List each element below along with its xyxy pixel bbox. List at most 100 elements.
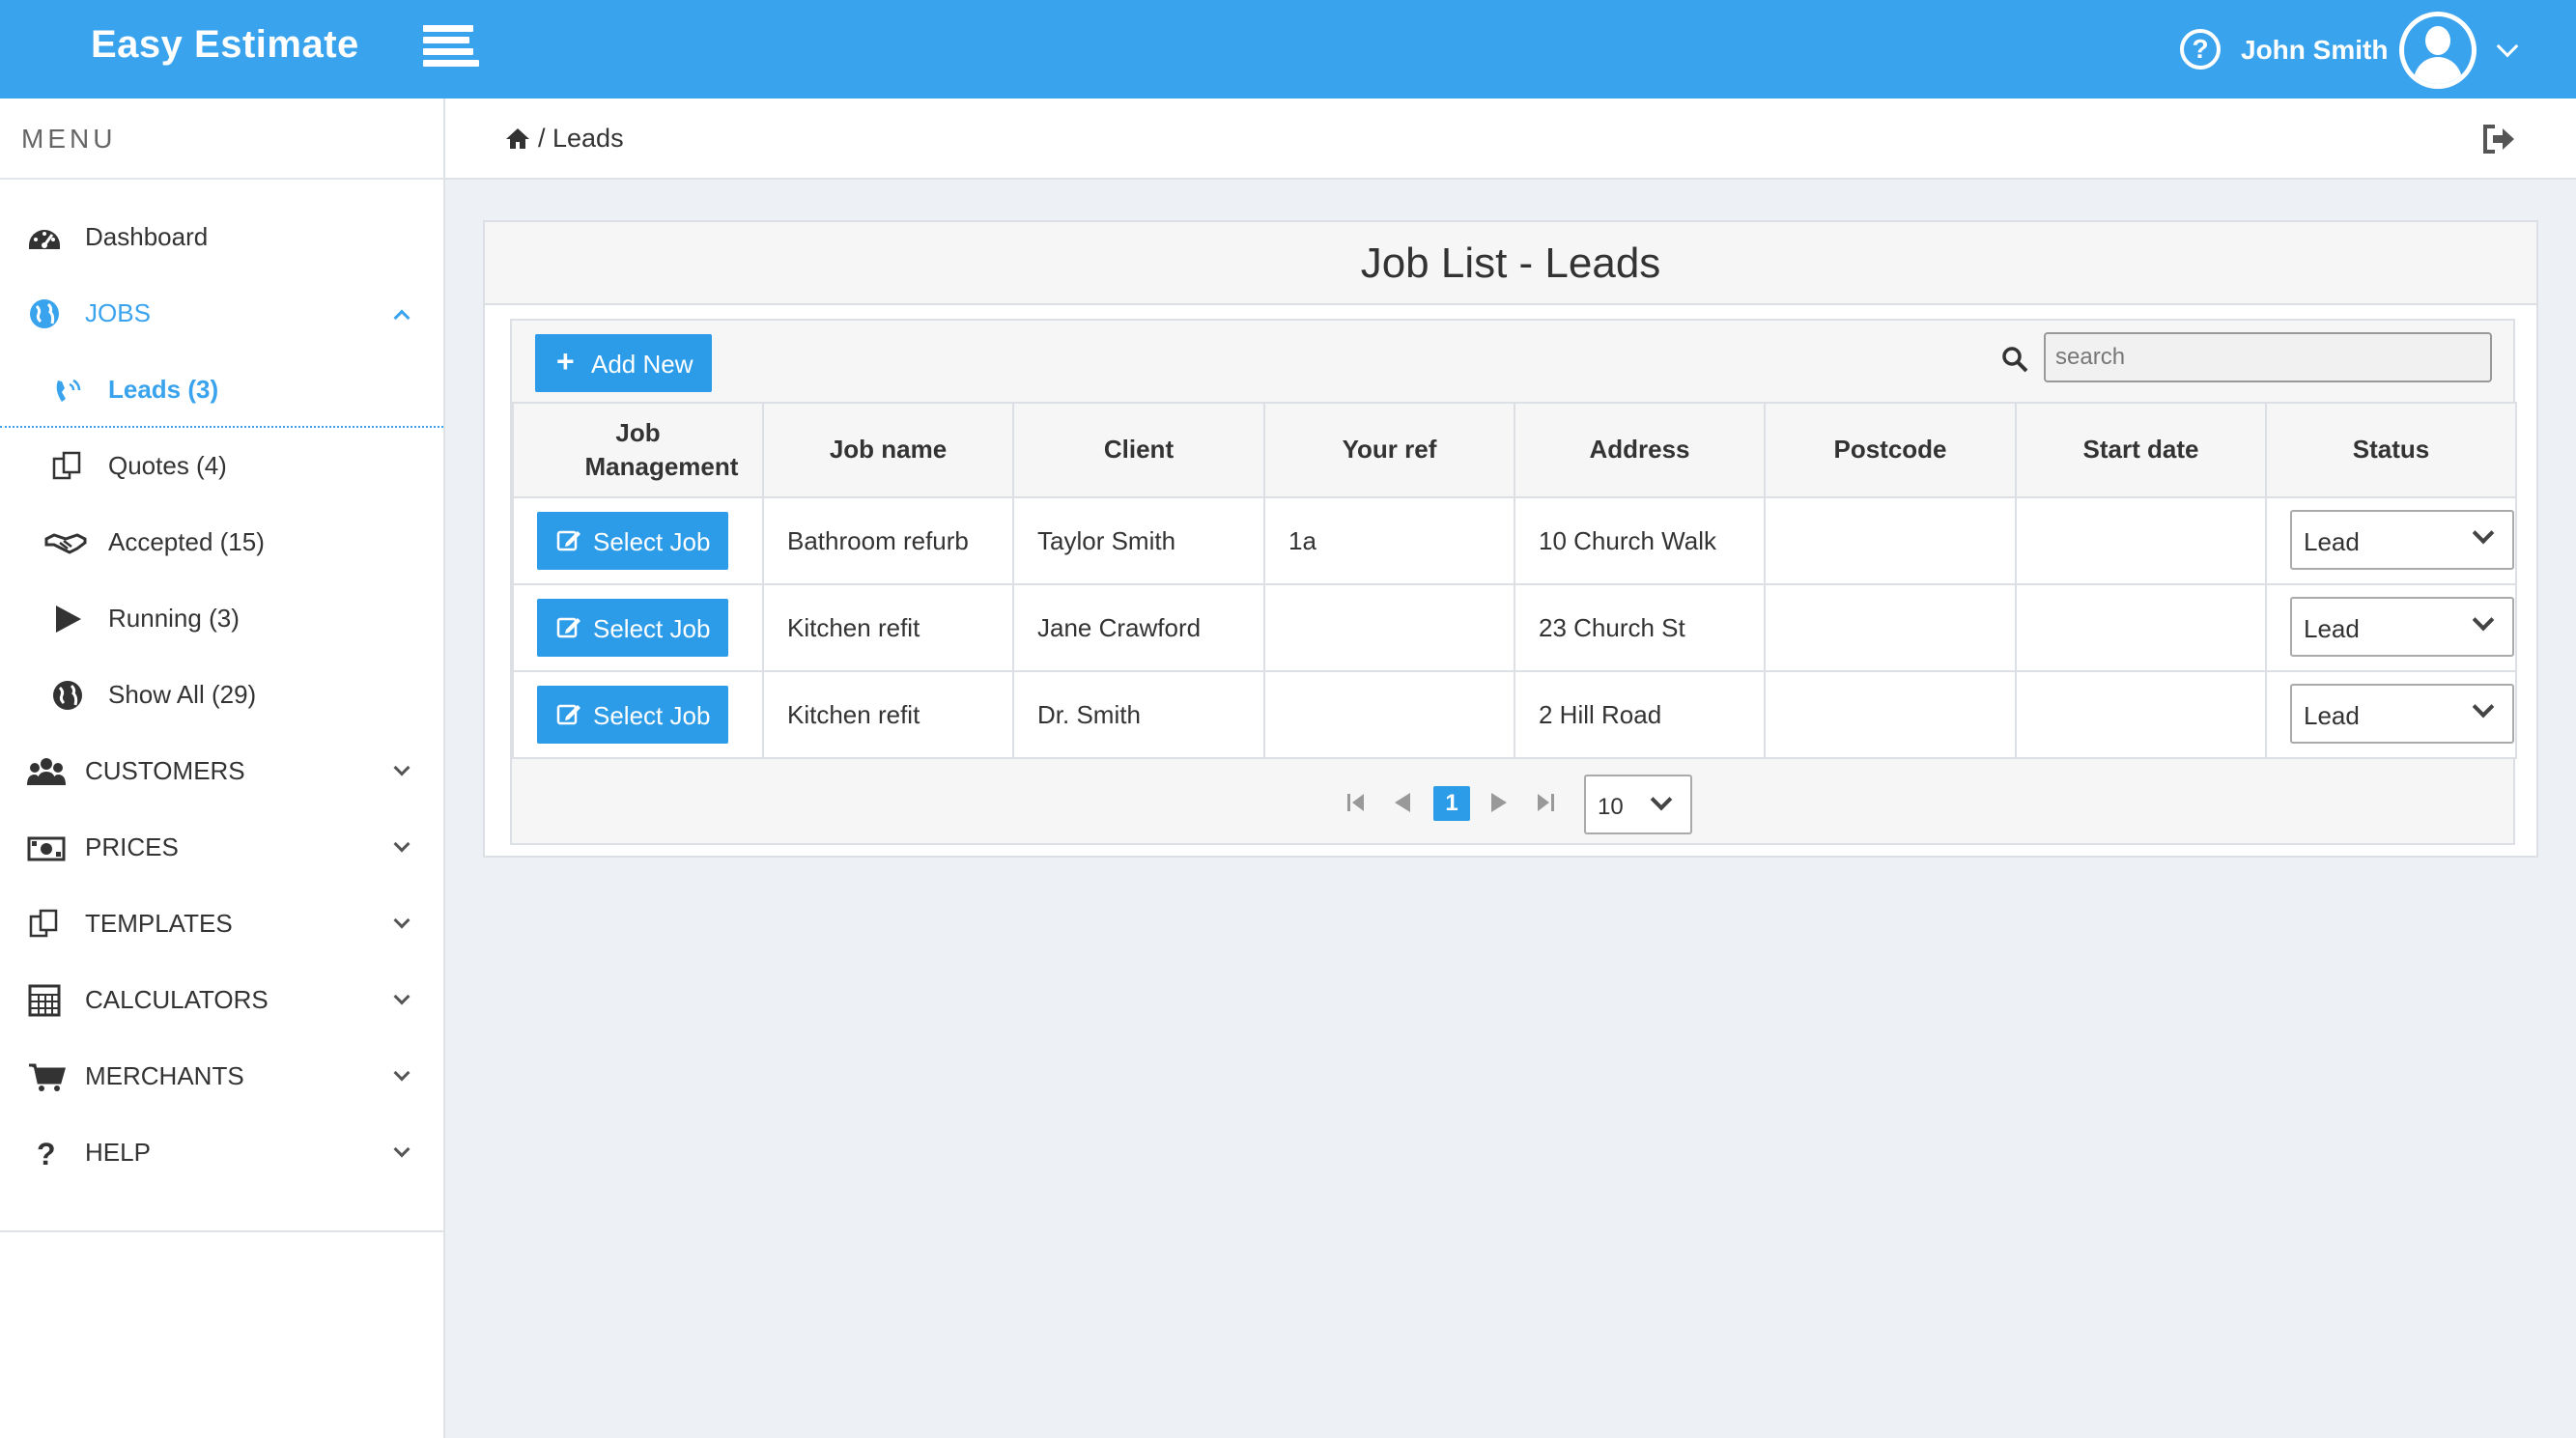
sidebar-item-prices[interactable]: PRICES <box>0 809 443 886</box>
edit-icon <box>556 530 580 551</box>
sidebar-item-running[interactable]: Running (3) <box>0 580 443 657</box>
question-icon: ? <box>37 1137 56 1170</box>
last-page-icon[interactable] <box>1534 790 1557 815</box>
previous-page-icon[interactable] <box>1391 790 1414 815</box>
start-date-cell <box>2015 496 2267 585</box>
select-job-button[interactable]: Select Job <box>537 686 728 744</box>
sidebar-item-label: JOBS <box>85 298 151 327</box>
sidebar-item-label: Leads (3) <box>108 375 219 404</box>
breadcrumb: / Leads <box>445 99 2576 180</box>
chevron-down-icon <box>2472 522 2495 545</box>
postcode-cell <box>1764 670 2017 759</box>
chevron-down-icon <box>1650 788 1673 811</box>
sidebar-item-label: HELP <box>85 1138 151 1167</box>
add-new-button[interactable]: + Add New <box>535 334 712 392</box>
client-cell: Jane Crawford <box>1012 583 1265 672</box>
chevron-up-icon <box>393 309 410 326</box>
sidebar-item-calculators[interactable]: CALCULATORS <box>0 962 443 1038</box>
chevron-down-icon <box>393 1141 410 1158</box>
table-row: Select Job Kitchen refit Jane Crawford 2… <box>512 583 2517 672</box>
client-cell: Taylor Smith <box>1012 496 1265 585</box>
column-header[interactable]: Postcode <box>1764 402 2017 498</box>
avatar[interactable] <box>2399 12 2477 89</box>
sidebar-item-leads[interactable]: Leads (3) <box>0 352 443 428</box>
client-cell: Dr. Smith <box>1012 670 1265 759</box>
play-icon <box>56 606 81 633</box>
table-row: Select Job Bathroom refurb Taylor Smith … <box>512 496 2517 585</box>
globe-icon <box>30 299 59 328</box>
column-header[interactable]: Client <box>1012 402 1265 498</box>
sidebar-item-show-all[interactable]: Show All (29) <box>0 657 443 733</box>
table-row: Select Job Kitchen refit Dr. Smith 2 Hil… <box>512 670 2517 759</box>
menu-toggle-icon[interactable] <box>423 25 479 71</box>
search-input[interactable] <box>2044 332 2492 382</box>
status-select[interactable]: Lead <box>2290 510 2514 570</box>
sidebar-item-accepted[interactable]: Accepted (15) <box>0 504 443 580</box>
your-ref-cell: 1a <box>1263 496 1515 585</box>
address-cell: 10 Church Walk <box>1514 496 1766 585</box>
your-ref-cell <box>1263 670 1515 759</box>
plus-icon: + <box>556 344 575 379</box>
select-job-button[interactable]: Select Job <box>537 599 728 657</box>
current-page-button[interactable]: 1 <box>1433 786 1470 821</box>
sidebar-item-quotes[interactable]: Quotes (4) <box>0 428 443 504</box>
status-select[interactable]: Lead <box>2290 684 2514 744</box>
divider <box>0 1230 443 1232</box>
sidebar-item-templates[interactable]: TEMPLATES <box>0 886 443 962</box>
sidebar-item-label: PRICES <box>85 832 179 861</box>
first-page-icon[interactable] <box>1345 790 1368 815</box>
job-table: Job Management Job name Client Your ref … <box>512 402 2517 759</box>
edit-icon <box>556 617 580 638</box>
column-header[interactable]: Job Management <box>512 402 764 498</box>
job-name-cell: Bathroom refurb <box>762 496 1014 585</box>
job-list-panel: Job List - Leads + Add New Job Managemen… <box>483 220 2538 858</box>
app-brand[interactable]: Easy Estimate <box>91 23 359 67</box>
phone-ringing-icon <box>56 379 81 402</box>
users-icon <box>27 758 66 785</box>
chevron-down-icon <box>2472 695 2495 719</box>
address-cell: 23 Church St <box>1514 583 1766 672</box>
column-header[interactable]: Job name <box>762 402 1014 498</box>
chevron-down-icon <box>393 759 410 776</box>
sign-out-icon[interactable] <box>2481 124 2518 155</box>
chevron-down-icon <box>393 1064 410 1082</box>
job-name-cell: Kitchen refit <box>762 583 1014 672</box>
search-icon <box>2002 347 2028 373</box>
user-name[interactable]: John Smith <box>2241 35 2388 66</box>
svg-text:?: ? <box>37 1137 56 1170</box>
sidebar-item-jobs[interactable]: JOBS <box>0 275 443 352</box>
copy-documents-icon <box>29 909 58 938</box>
money-icon <box>27 836 66 861</box>
sidebar-item-label: Quotes (4) <box>108 451 227 480</box>
handshake-icon <box>44 533 87 554</box>
column-header[interactable]: Start date <box>2015 402 2267 498</box>
start-date-cell <box>2015 583 2267 672</box>
next-page-icon[interactable] <box>1487 790 1511 815</box>
top-bar: Easy Estimate ? John Smith <box>0 0 2576 99</box>
select-job-button[interactable]: Select Job <box>537 512 728 570</box>
page-title: Job List - Leads <box>485 222 2536 305</box>
column-header[interactable]: Status <box>2265 402 2517 498</box>
dashboard-icon <box>29 230 60 249</box>
column-header[interactable]: Your ref <box>1263 402 1515 498</box>
help-icon[interactable]: ? <box>2180 29 2221 70</box>
column-header[interactable]: Address <box>1514 402 1766 498</box>
postcode-cell <box>1764 496 2017 585</box>
status-select[interactable]: Lead <box>2290 597 2514 657</box>
address-cell: 2 Hill Road <box>1514 670 1766 759</box>
page-size-select[interactable]: 10 <box>1584 775 1692 834</box>
calculator-icon <box>28 984 61 1017</box>
sidebar-item-label: CALCULATORS <box>85 985 269 1014</box>
sidebar-item-help[interactable]: ? HELP <box>0 1114 443 1191</box>
sidebar-item-dashboard[interactable]: Dashboard <box>0 199 443 275</box>
home-icon[interactable] <box>505 127 530 150</box>
sidebar-item-customers[interactable]: CUSTOMERS <box>0 733 443 809</box>
copy-documents-icon <box>52 451 81 480</box>
sidebar-item-merchants[interactable]: MERCHANTS <box>0 1038 443 1114</box>
sidebar-item-label: CUSTOMERS <box>85 756 245 785</box>
edit-icon <box>556 704 580 725</box>
sidebar-item-label: MERCHANTS <box>85 1061 244 1090</box>
globe-icon <box>53 681 82 710</box>
chevron-down-icon[interactable] <box>2496 35 2519 58</box>
sidebar-item-label: TEMPLATES <box>85 909 233 938</box>
